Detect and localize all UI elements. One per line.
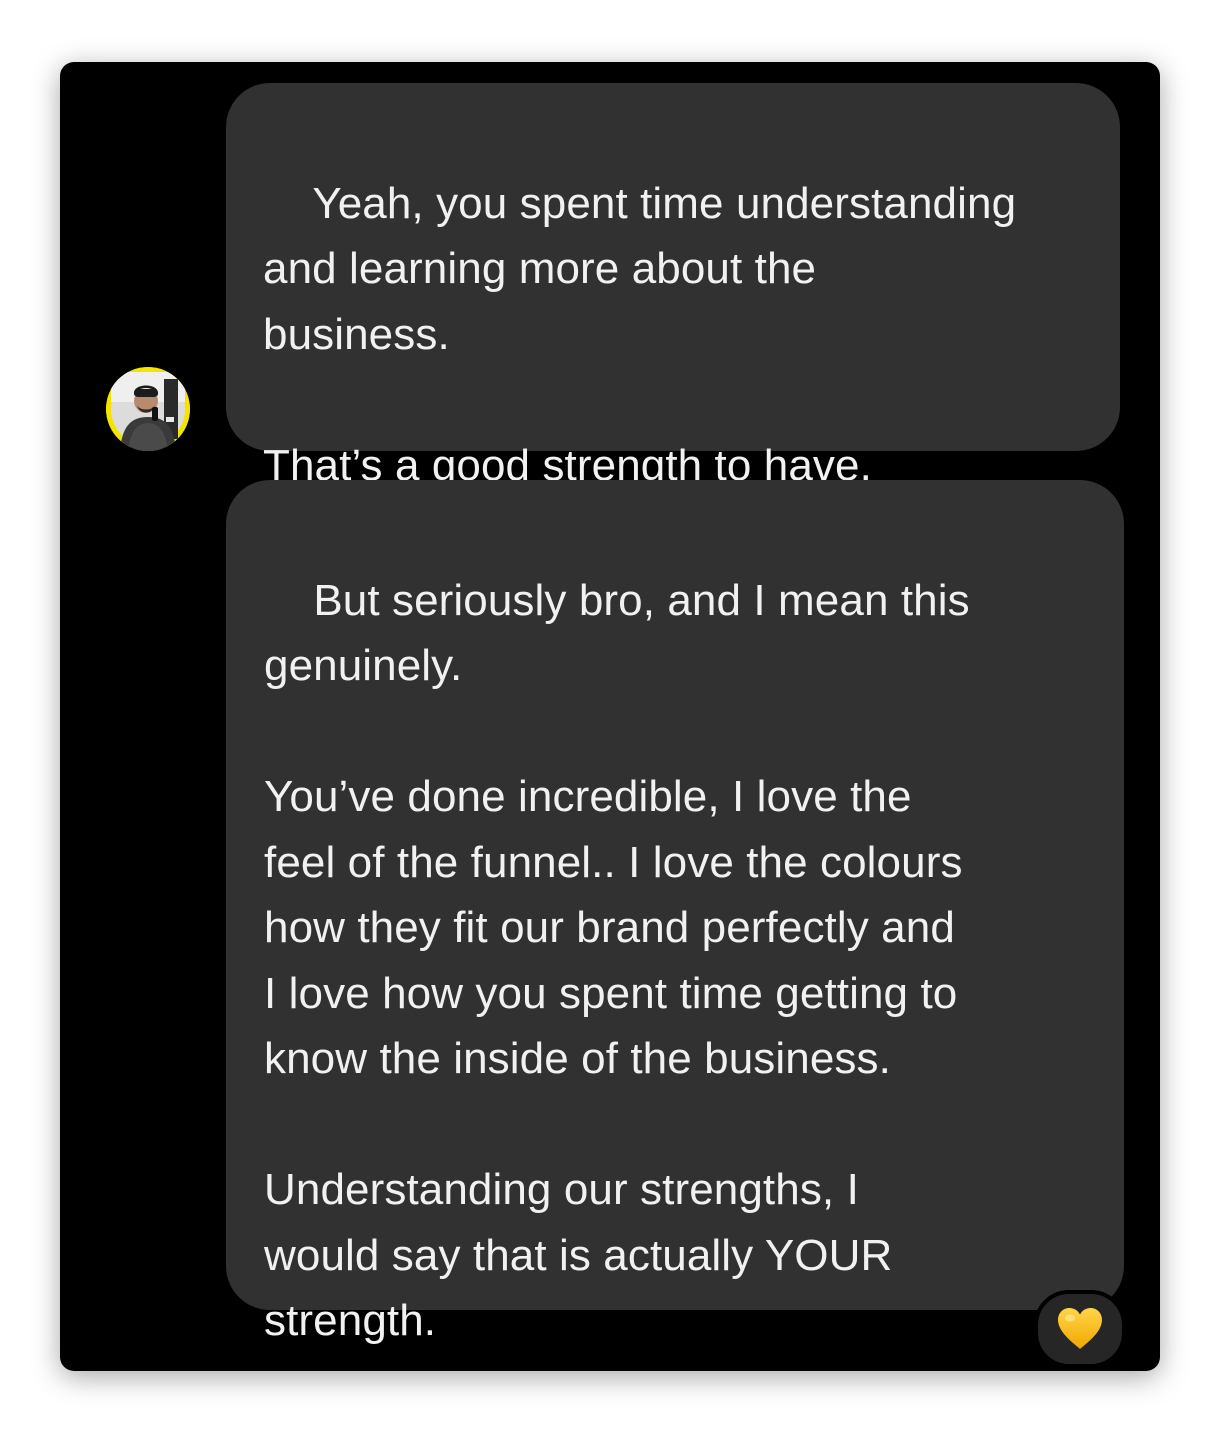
message-text: But seriously bro, and I mean this genui… [264, 575, 970, 1346]
message-text: Yeah, you spent time understanding and l… [263, 178, 1017, 490]
yellow-heart-icon [1058, 1308, 1102, 1349]
reaction-badge[interactable] [1034, 1290, 1126, 1368]
sender-avatar[interactable] [106, 367, 190, 451]
message-bubble[interactable]: Yeah, you spent time understanding and l… [226, 83, 1120, 490]
message-bubble[interactable]: But seriously bro, and I mean this genui… [226, 480, 1124, 1345]
person-avatar-icon [106, 367, 190, 451]
chat-window: Yeah, you spent time understanding and l… [60, 62, 1160, 1371]
